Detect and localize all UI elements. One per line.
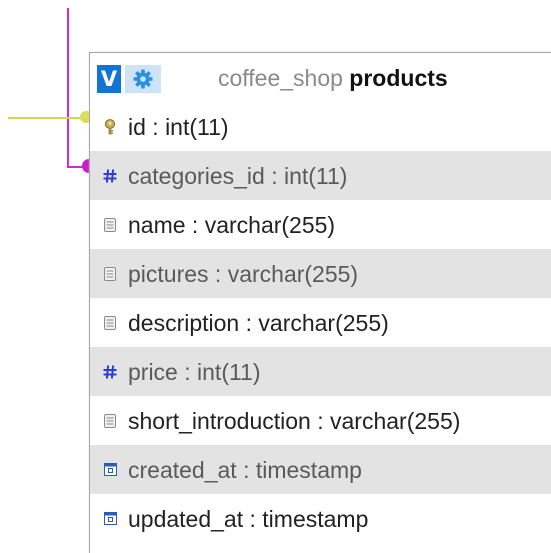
column-row-created-at[interactable]: created_at : timestamp xyxy=(90,445,551,494)
column-label: price : int(11) xyxy=(128,358,261,385)
relation-line-vertical xyxy=(67,8,69,168)
hash-icon xyxy=(103,168,117,184)
column-row-updated-at[interactable]: updated_at : timestamp xyxy=(90,494,551,543)
key-icon xyxy=(103,118,117,135)
column-label: name : varchar(255) xyxy=(128,211,336,238)
column-label: categories_id : int(11) xyxy=(128,162,348,189)
column-label: pictures : varchar(255) xyxy=(128,260,359,287)
column-label: updated_at : timestamp xyxy=(128,505,369,532)
column-row-name[interactable]: name : varchar(255) xyxy=(90,200,551,249)
column-label: created_at : timestamp xyxy=(128,456,362,483)
table-options-button[interactable] xyxy=(125,65,161,93)
gear-icon xyxy=(133,69,153,89)
table-header[interactable]: V coffee_shop products xyxy=(90,53,551,102)
calendar-icon xyxy=(103,462,117,478)
column-label: id : int(11) xyxy=(128,113,229,140)
table-card-products[interactable]: V coffee_shop products id: int(11) cate… xyxy=(89,52,551,553)
calendar-icon xyxy=(103,511,117,527)
column-label: description : varchar(255) xyxy=(128,309,389,336)
column-label: short_introduction : varchar(255) xyxy=(128,407,461,434)
field-icon xyxy=(103,315,117,331)
column-row-short-introduction[interactable]: short_introduction : varchar(255) xyxy=(90,396,551,445)
field-icon xyxy=(103,266,117,282)
table-title: coffee_shop products xyxy=(218,63,448,93)
column-row-price[interactable]: price : int(11) xyxy=(90,347,551,396)
hash-icon xyxy=(103,364,117,380)
field-icon xyxy=(103,413,117,429)
column-row-pictures[interactable]: pictures : varchar(255) xyxy=(90,249,551,298)
toggle-columns-button[interactable]: V xyxy=(97,65,121,93)
database-name: coffee_shop xyxy=(218,65,343,91)
table-name: products xyxy=(349,65,448,91)
column-row-categories-id[interactable]: categories_id : int(11) xyxy=(90,151,551,200)
field-icon xyxy=(103,217,117,233)
reference-line xyxy=(8,117,90,119)
column-row-description[interactable]: description : varchar(255) xyxy=(90,298,551,347)
column-row-id[interactable]: id : int(11) xyxy=(90,102,551,151)
